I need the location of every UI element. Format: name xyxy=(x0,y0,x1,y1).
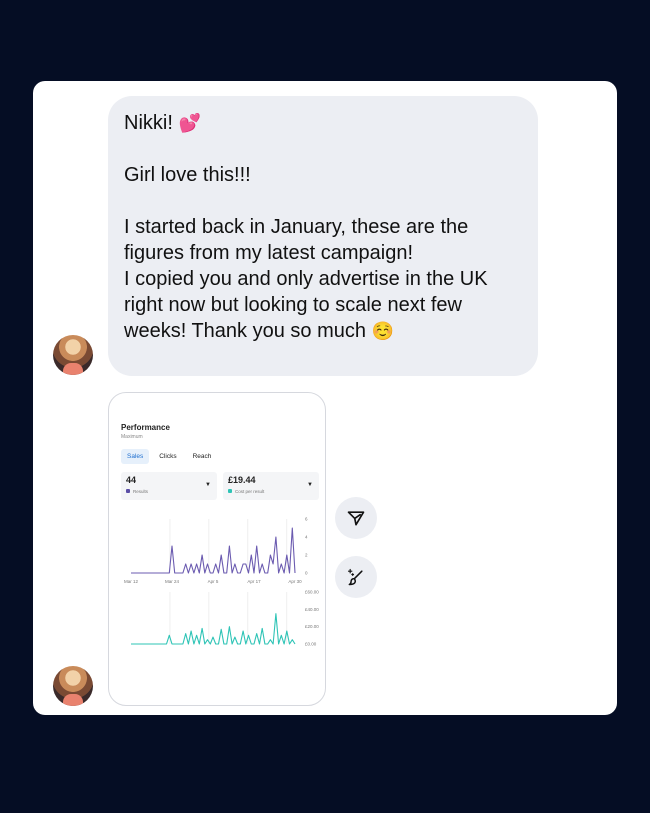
y-tick-label: 6 xyxy=(305,517,308,522)
x-tick-label: Apr 30 xyxy=(288,579,302,584)
magic-brush-icon xyxy=(347,568,363,586)
series-line xyxy=(131,613,296,645)
y-tick-label: 4 xyxy=(305,535,308,540)
share-button[interactable] xyxy=(335,497,377,539)
x-tick-label: Mar 24 xyxy=(165,579,180,584)
y-tick-label: £20.00 xyxy=(305,624,319,629)
chat-card: Nikki! 💕 Girl love this!!! I started bac… xyxy=(33,81,617,715)
greeting-text: Nikki! xyxy=(124,112,173,134)
hearts-emoji: 💕 xyxy=(178,113,201,133)
y-tick-label: £60.00 xyxy=(305,590,319,595)
message-bubble[interactable]: Nikki! 💕 Girl love this!!! I started bac… xyxy=(108,96,538,376)
image-attachment[interactable]: Performance Maximum Sales Clicks Reach 4… xyxy=(108,392,326,706)
y-tick-label: 0 xyxy=(305,571,308,576)
x-tick-label: Apr 17 xyxy=(247,579,261,584)
x-tick-label: Mar 12 xyxy=(124,579,139,584)
send-icon xyxy=(347,511,365,526)
message-line-4: I copied you and only advertise in the U… xyxy=(124,268,488,342)
y-tick-label: 2 xyxy=(305,553,308,558)
sender-avatar[interactable] xyxy=(53,335,93,375)
message-line-3: I started back in January, these are the… xyxy=(124,216,469,264)
message-line-2: Girl love this!!! xyxy=(124,164,251,186)
y-tick-label: £0.00 xyxy=(305,642,317,647)
performance-charts: 0 2 4 6 Mar 12 Mar 24 Apr 5 Apr 17 Apr 30 £0.00 £2… xyxy=(124,517,319,647)
series-line xyxy=(131,527,296,574)
edit-button[interactable] xyxy=(335,556,377,598)
smile-emoji: ☺️ xyxy=(371,321,394,341)
x-tick-label: Apr 5 xyxy=(208,579,219,584)
sender-avatar[interactable] xyxy=(53,666,93,706)
y-tick-label: £40.00 xyxy=(305,607,319,612)
